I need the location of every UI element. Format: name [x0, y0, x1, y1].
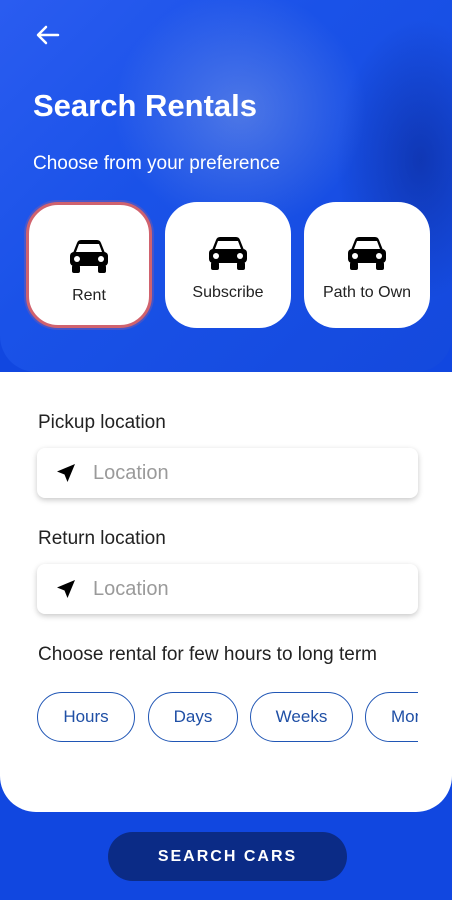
return-location-placeholder: Location: [93, 577, 169, 600]
pickup-location-placeholder: Location: [93, 461, 169, 484]
rental-duration-options: Hours Days Weeks Months: [37, 692, 418, 742]
rental-type-options: Rent Subscribe Path to Own: [26, 202, 432, 328]
pickup-location-field[interactable]: Location: [37, 448, 418, 498]
rental-duration-label: Choose rental for few hours to long term: [38, 644, 378, 665]
search-form-card: Pickup location Location Return location…: [0, 372, 452, 812]
pickup-location-label: Pickup location: [38, 412, 166, 433]
option-label: Path to Own: [322, 284, 412, 301]
option-rent[interactable]: Rent: [26, 202, 152, 328]
header-panel: Search Rentals Choose from your preferen…: [0, 0, 452, 372]
car-icon: [209, 237, 247, 270]
car-icon: [348, 237, 386, 270]
option-path-to-own[interactable]: Path to Own: [304, 202, 430, 328]
duration-hours[interactable]: Hours: [37, 692, 135, 742]
return-location-label: Return location: [38, 528, 166, 549]
page-subtitle: Choose from your preference: [33, 153, 281, 174]
return-location-field[interactable]: Location: [37, 564, 418, 614]
navigation-arrow-icon: [57, 464, 75, 482]
option-subscribe[interactable]: Subscribe: [165, 202, 291, 328]
option-label: Subscribe: [192, 284, 264, 301]
car-icon: [70, 240, 108, 273]
duration-weeks[interactable]: Weeks: [250, 692, 353, 742]
back-button[interactable]: [30, 20, 66, 50]
navigation-arrow-icon: [57, 580, 75, 598]
option-label: Rent: [72, 287, 106, 304]
duration-days[interactable]: Days: [148, 692, 238, 742]
arrow-left-icon: [36, 25, 60, 45]
search-cars-button[interactable]: SEARCH CARS: [108, 832, 347, 881]
duration-months[interactable]: Months: [365, 692, 418, 742]
page-title: Search Rentals: [33, 88, 257, 123]
